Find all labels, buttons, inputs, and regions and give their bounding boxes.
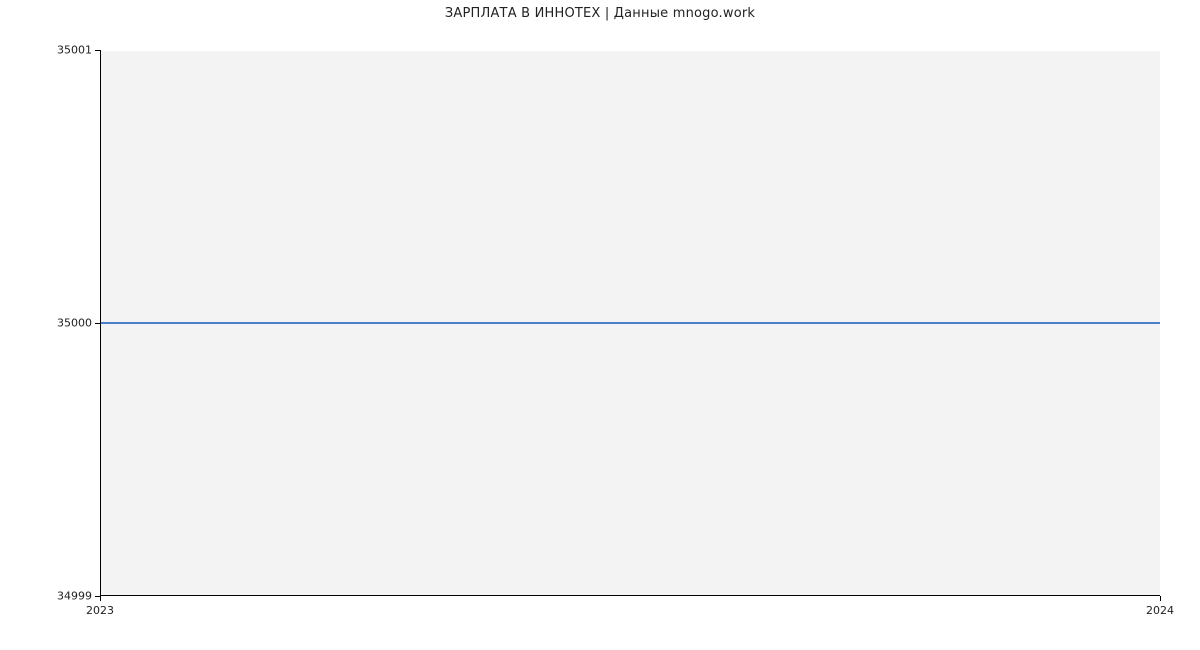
y-tick-label: 35001: [52, 44, 92, 57]
x-tick-label: 2024: [1146, 604, 1174, 617]
series-line: [101, 322, 1160, 324]
y-tick-label: 35000: [52, 317, 92, 330]
gridline-h: [101, 50, 1160, 51]
y-tick-label: 34999: [52, 590, 92, 603]
x-tick-mark: [100, 596, 101, 601]
chart-title: ЗАРПЛАТА В ИННОТЕХ | Данные mnogo.work: [0, 6, 1200, 21]
y-tick-mark: [95, 323, 100, 324]
chart-container: ЗАРПЛАТА В ИННОТЕХ | Данные mnogo.work 3…: [0, 0, 1200, 650]
plot-area: [100, 50, 1160, 596]
y-tick-mark: [95, 50, 100, 51]
x-tick-mark: [1160, 596, 1161, 601]
x-tick-label: 2023: [86, 604, 114, 617]
gridline-h: [101, 596, 1160, 597]
